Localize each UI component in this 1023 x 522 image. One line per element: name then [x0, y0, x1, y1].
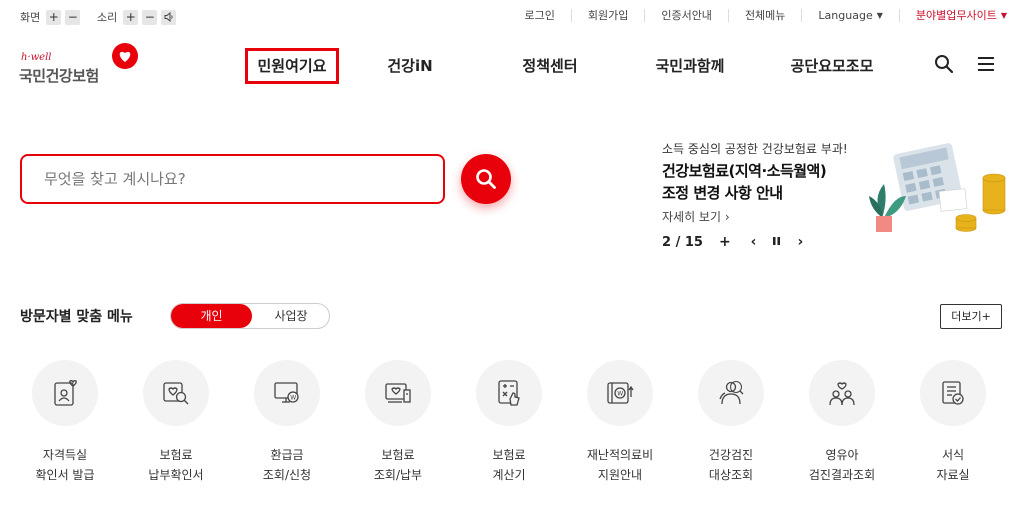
- quick-menu-item[interactable]: 서식 자료실: [908, 360, 998, 485]
- banner-title-line2[interactable]: 조정 변경 사항 안내: [662, 182, 783, 203]
- sound-label: 소리: [97, 11, 118, 24]
- search-box: [20, 154, 445, 204]
- payment-doc-icon: [385, 383, 411, 403]
- quick-menu-label-line2: 확인서 발급: [35, 468, 95, 482]
- quick-menu-label-line1: 재난적의료비: [586, 448, 654, 462]
- refund-monitor-icon: W: [274, 382, 299, 403]
- field-sites-label: 분야별업무사이트: [915, 9, 997, 22]
- quick-menu-label-line1: 보험료: [492, 448, 526, 462]
- quick-menu-item[interactable]: 보험료 조회/납부: [353, 360, 443, 485]
- quick-menu-icon-circle: [365, 360, 431, 426]
- quick-menu-label-line1: 보험료: [159, 448, 193, 462]
- quick-menu-label-line1: 건강검진: [708, 448, 754, 462]
- language-label: Language: [818, 9, 873, 22]
- all-menu-link[interactable]: 전체메뉴: [727, 9, 801, 22]
- speaker-icon: [164, 12, 173, 22]
- zoom-out-button[interactable]: −: [65, 9, 81, 25]
- svg-text:W: W: [290, 395, 296, 402]
- quick-menu-label-line2: 대상조회: [708, 468, 754, 482]
- quick-menu-label-line2: 납부확인서: [148, 468, 204, 482]
- zoom-in-button[interactable]: +: [46, 9, 62, 25]
- banner-pause-button[interactable]: [772, 234, 781, 250]
- quick-menu-icon-circle: W: [254, 360, 320, 426]
- screen-zoom-label: 화면: [20, 11, 41, 24]
- search-icon: [476, 169, 496, 189]
- visitor-type-toggle: 개인 사업장: [170, 303, 330, 329]
- search-icon[interactable]: [934, 54, 954, 74]
- banner-title-line1[interactable]: 건강보험료(지역·소득월액): [662, 160, 827, 181]
- checkup-person-icon: [719, 381, 744, 405]
- quick-menu-item[interactable]: 자격득실 확인서 발급: [20, 360, 110, 485]
- quick-menu-icon-circle: [698, 360, 764, 426]
- document-check-icon: [942, 381, 964, 405]
- nav-item-health-in[interactable]: 건강iN: [370, 48, 450, 84]
- login-link[interactable]: 로그인: [508, 9, 570, 22]
- volume-down-button[interactable]: −: [142, 9, 158, 25]
- main-nav: 민원여기요 건강iN 정책센터 국민과함께 공단요모조모: [0, 48, 1023, 84]
- quick-menu-icon-circle: [920, 360, 986, 426]
- quick-menu-item[interactable]: 영유아 검진결과조회: [797, 360, 887, 485]
- quick-menu-item[interactable]: 건강검진 대상조회: [686, 360, 776, 485]
- banner-subtitle: 소득 중심의 공정한 건강보험료 부과!: [662, 142, 848, 156]
- quick-menu-icon-circle: [143, 360, 209, 426]
- utility-bar: 화면 + − 소리 + − 로그인 회원가입 인증서안내 전체메뉴 Langua…: [0, 0, 1023, 32]
- speaker-button[interactable]: [161, 9, 177, 25]
- pause-icon: [773, 237, 781, 245]
- banner-prev-button[interactable]: ‹: [751, 234, 757, 250]
- certificate-person-icon: [54, 380, 77, 406]
- banner-pager: 2 / 15 + ‹ ›: [662, 234, 803, 250]
- quick-menu-label-line1: 자격득실: [42, 448, 88, 462]
- quick-menu-label-line2: 조회/신청: [262, 468, 312, 482]
- quick-menu-item[interactable]: W 환급금 조회/신청: [242, 360, 332, 485]
- screen-zoom-control: 화면 + −: [20, 9, 81, 25]
- quick-menu-item[interactable]: 보험료 계산기: [464, 360, 554, 485]
- quick-menu-icon-circle: [809, 360, 875, 426]
- volume-up-button[interactable]: +: [123, 9, 139, 25]
- quick-menu-item[interactable]: 보험료 납부확인서: [131, 360, 221, 485]
- search-input[interactable]: [22, 156, 443, 202]
- banner-next-button[interactable]: ›: [797, 234, 803, 250]
- quick-menu-icon-circle: W: [587, 360, 653, 426]
- caret-down-icon: ▼: [876, 11, 883, 20]
- hamburger-menu-icon[interactable]: [977, 56, 995, 72]
- quick-menu-label-line1: 환급금: [270, 448, 304, 462]
- nav-item-civil-service[interactable]: 민원여기요: [245, 48, 339, 84]
- banner-more-link[interactable]: 자세히 보기 ›: [662, 208, 730, 225]
- medical-aid-icon: W: [607, 382, 634, 404]
- quick-menu-item[interactable]: W 재난적의료비 지원안내: [575, 360, 665, 485]
- banner-page-counter: 2 / 15: [662, 234, 703, 250]
- quick-menu-label-line2: 계산기: [492, 468, 526, 482]
- quick-menu-label-line2: 자료실: [936, 468, 970, 482]
- more-button[interactable]: 더보기+: [940, 304, 1002, 329]
- caret-down-icon: ▼: [1000, 11, 1007, 20]
- infant-checkup-icon: [829, 382, 855, 406]
- certificate-guide-link[interactable]: 인증서안내: [644, 9, 728, 22]
- quick-menu-label-line1: 영유아: [825, 448, 859, 462]
- language-select[interactable]: Language ▼: [801, 9, 898, 22]
- signup-link[interactable]: 회원가입: [570, 9, 644, 22]
- quick-menu-icon-circle: [476, 360, 542, 426]
- quick-menu-label-line1: 보험료: [381, 448, 415, 462]
- calculator-hand-icon: [498, 380, 520, 406]
- calculator-coins-illustration: [869, 143, 1006, 232]
- quick-menu-icon-circle: [32, 360, 98, 426]
- quick-menu-label-line2: 검진결과조회: [808, 468, 876, 482]
- section-title: 방문자별 맞춤 메뉴: [20, 309, 133, 325]
- search-button[interactable]: [461, 154, 511, 204]
- svg-text:W: W: [617, 391, 623, 398]
- sound-control: 소리 + −: [97, 9, 177, 25]
- banner-plus-button[interactable]: +: [719, 234, 731, 250]
- nav-item-with-people[interactable]: 국민과함께: [640, 48, 740, 84]
- nav-item-about-corp[interactable]: 공단요모조모: [776, 48, 888, 84]
- top-links: 로그인 회원가입 인증서안내 전체메뉴 Language ▼ 분야별업무사이트 ▼: [508, 9, 1007, 22]
- quick-menu-label-line2: 지원안내: [597, 468, 643, 482]
- notice-banner: 소득 중심의 공정한 건강보험료 부과! 건강보험료(지역·소득월액) 조정 변…: [662, 140, 1012, 255]
- quick-menu-label-line2: 조회/납부: [373, 468, 423, 482]
- toggle-business[interactable]: 사업장: [252, 304, 330, 328]
- toggle-personal[interactable]: 개인: [171, 304, 252, 328]
- field-sites-select[interactable]: 분야별업무사이트 ▼: [898, 9, 1007, 22]
- nav-item-policy-center[interactable]: 정책센터: [505, 48, 595, 84]
- insurance-search-icon: [163, 382, 189, 405]
- quick-menu-label-line1: 서식: [941, 448, 965, 462]
